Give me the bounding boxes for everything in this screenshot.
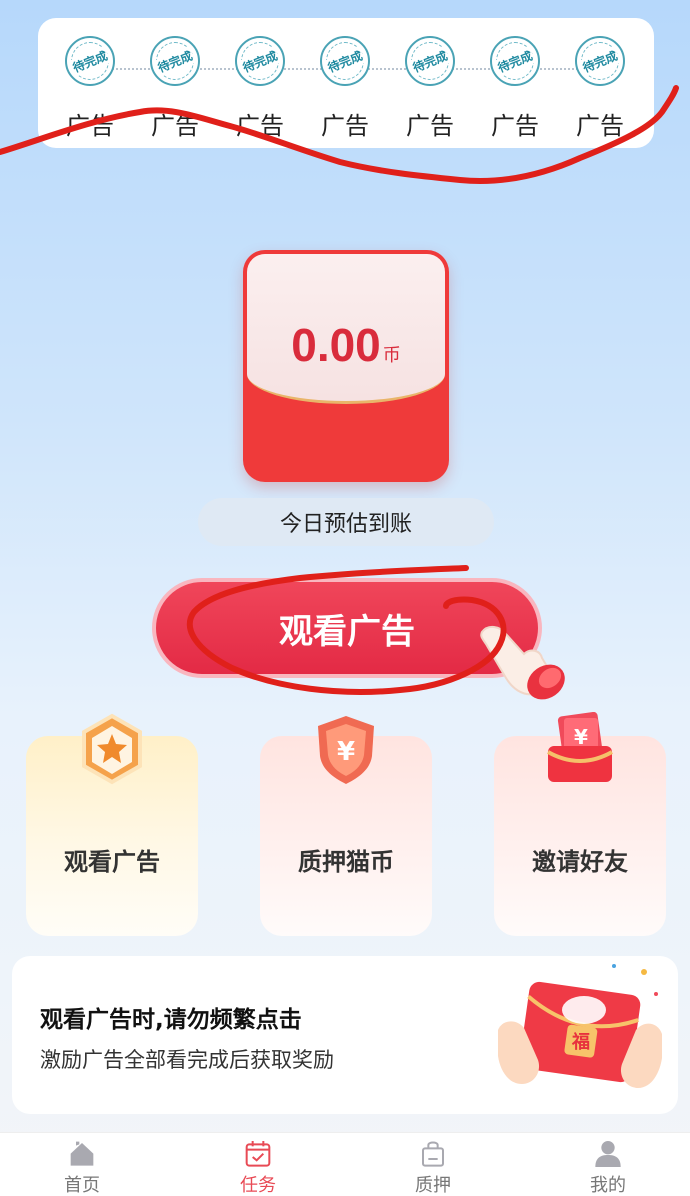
pending-stamp-icon: 待完成 [490,36,540,86]
tab-task[interactable]: 任务 [208,1139,308,1196]
svg-text:¥: ¥ [337,737,355,767]
progress-step-label: 广告 [236,112,284,140]
calendar-check-icon [245,1141,271,1167]
progress-step: 待完成 广告 [310,36,380,146]
balance-unit: 币 [382,345,401,365]
progress-step-label: 广告 [321,112,369,140]
progress-step-label: 广告 [576,112,624,140]
red-envelope-icon: ¥ [547,712,613,782]
feature-label: 观看广告 [64,848,160,876]
notice-title: 观看广告时,请勿频繁点击 [40,1007,302,1033]
feature-label: 质押猫币 [298,848,394,876]
tab-stake[interactable]: 质押 [383,1139,483,1196]
progress-step-label: 广告 [491,112,539,140]
progress-step: 待完成 广告 [225,36,295,146]
user-icon [595,1141,621,1167]
tab-profile[interactable]: 我的 [558,1139,658,1196]
balance-envelope: 0.00 币 [243,250,449,482]
pending-stamp-icon: 待完成 [405,36,455,86]
progress-step: 待完成 广告 [565,36,635,146]
svg-text:福: 福 [571,1031,590,1053]
progress-step: 待完成 广告 [480,36,550,146]
bottom-tab-bar: 首页 任务 质押 我的 [0,1132,690,1196]
balance-amount: 0.00 币 [291,319,401,371]
pending-stamp-icon: 待完成 [150,36,200,86]
progress-step-label: 广告 [151,112,199,140]
pending-stamp-icon: 待完成 [65,36,115,86]
pending-stamp-icon: 待完成 [575,36,625,86]
progress-step: 待完成 广告 [140,36,210,146]
pending-stamp-icon: 待完成 [320,36,370,86]
feature-watch-ad[interactable]: 观看广告 [26,713,198,936]
yen-shield-icon: ¥ [318,716,374,784]
tab-label: 我的 [590,1175,626,1196]
tab-label: 首页 [64,1175,100,1196]
bag-icon [422,1141,444,1167]
ad-progress-card: 待完成 广告 待完成 广告 待完成 广告 待完成 广告 待完成 广告 待完成 广… [38,18,654,148]
pending-stamp-icon: 待完成 [235,36,285,86]
tab-label: 质押 [415,1175,451,1196]
feature-stake-coin[interactable]: ¥ 质押猫币 [260,716,432,936]
tab-home[interactable]: 首页 [32,1139,132,1196]
progress-step-label: 广告 [406,112,454,140]
pointing-hand-icon [480,626,565,700]
progress-step: 待完成 广告 [395,36,465,146]
today-estimate-label: 今日预估到账 [198,498,494,546]
feature-label: 邀请好友 [532,848,628,876]
ad-notice-card: 观看广告时,请勿频繁点击 激励广告全部看完成后获取奖励 福 [12,956,678,1114]
svg-text:¥: ¥ [574,725,588,749]
star-badge-icon [82,713,142,785]
progress-step: 待完成 广告 [55,36,125,146]
tab-label: 任务 [240,1175,276,1196]
progress-step-label: 广告 [66,112,114,140]
hands-red-envelope-icon: 福 [498,964,662,1088]
feature-invite-friends[interactable]: ¥ 邀请好友 [494,712,666,936]
notice-subtitle: 激励广告全部看完成后获取奖励 [40,1048,334,1072]
home-icon [70,1141,94,1166]
